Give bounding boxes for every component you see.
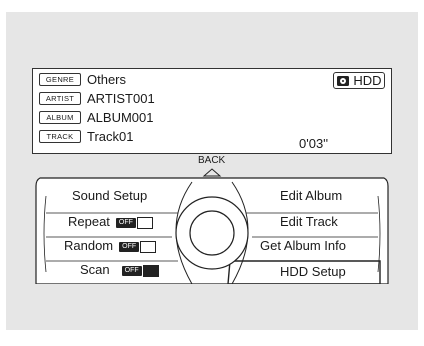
random-label: Random [64,238,114,253]
repeat-mode-icon [136,216,153,229]
scan-off-badge: OFF [121,265,142,276]
random-mode-icon [140,240,157,253]
dial-center-button[interactable] [189,210,235,256]
scan-item[interactable]: Scan OFF [80,262,159,277]
get-album-info-item[interactable]: Get Album Info [260,238,346,253]
edit-track-item[interactable]: Edit Track [280,214,338,229]
repeat-off-badge: OFF [115,217,136,228]
edit-album-item[interactable]: Edit Album [280,188,342,203]
scan-mode-icon [142,264,159,277]
sound-setup-item[interactable]: Sound Setup [72,188,147,203]
audio-screen: GENRE Others ARTIST ARTIST001 ALBUM ALBU… [32,68,392,284]
random-item[interactable]: Random OFF [64,238,157,253]
random-off-badge: OFF [119,241,140,252]
repeat-label: Repeat [68,214,110,229]
hdd-setup-item[interactable]: HDD Setup [280,264,346,279]
scan-label: Scan [80,262,110,277]
back-arrow-icon[interactable] [202,168,222,177]
repeat-item[interactable]: Repeat OFF [68,214,153,229]
